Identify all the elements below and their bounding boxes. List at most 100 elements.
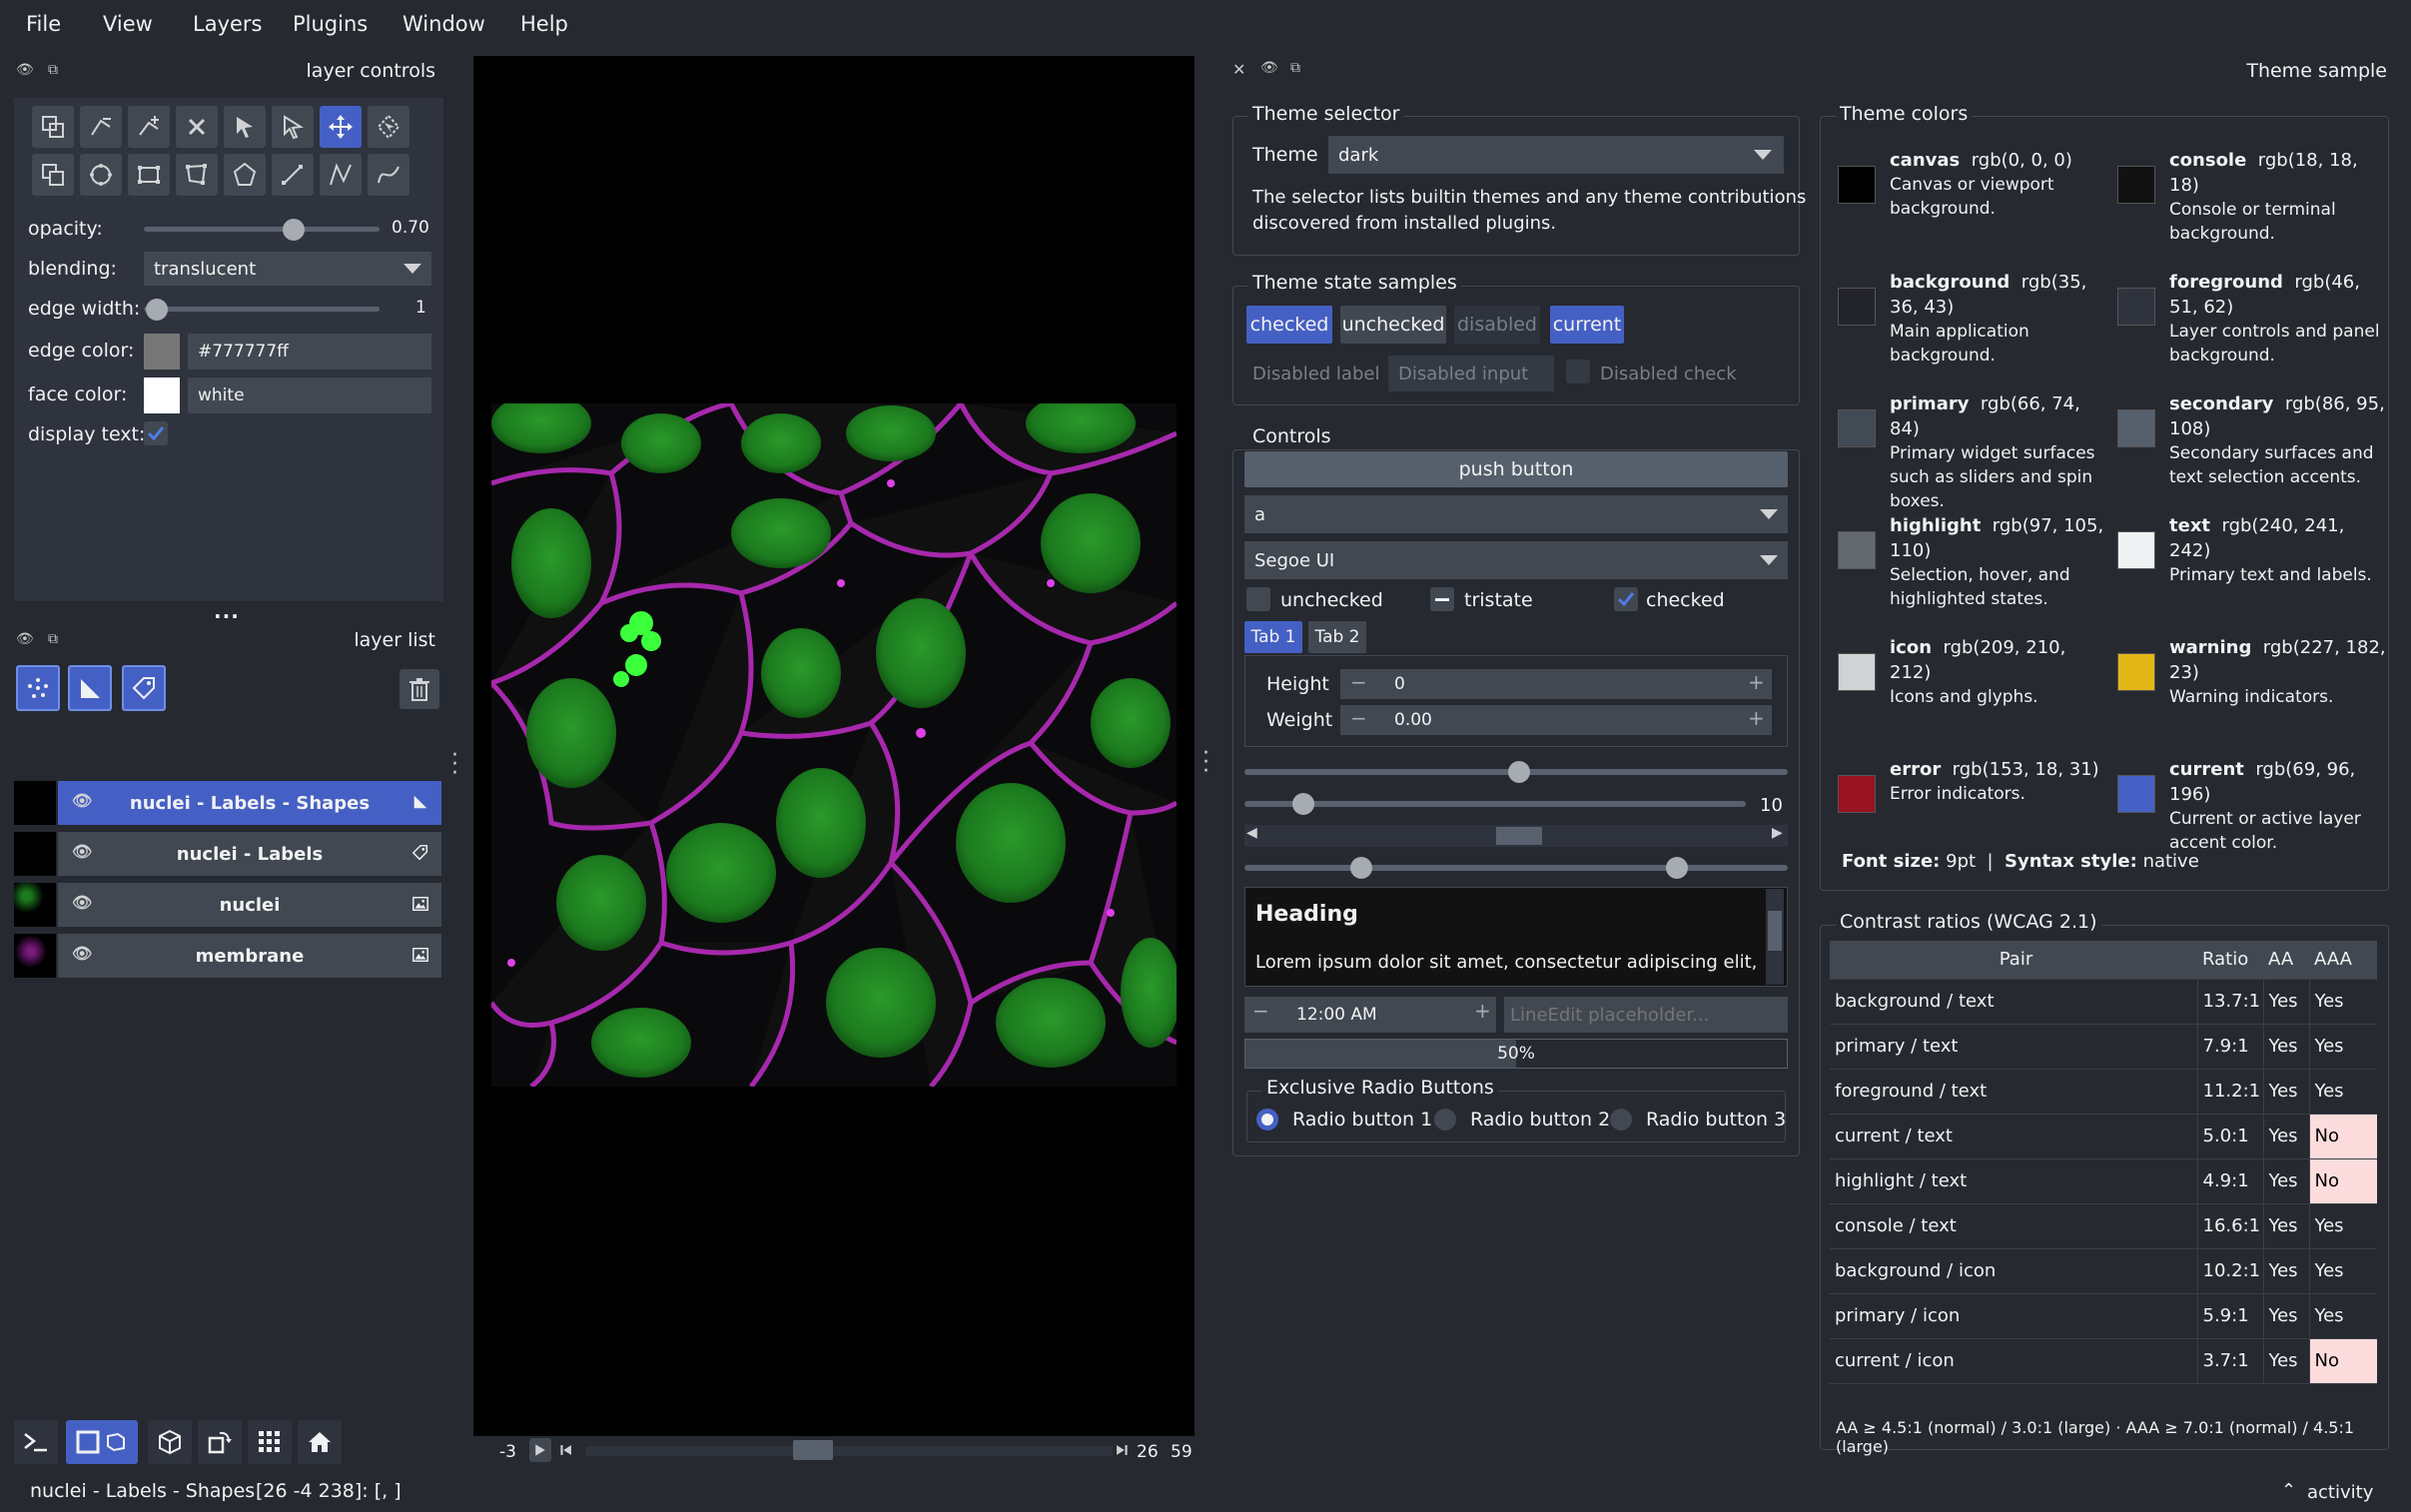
horizontal-slider-2[interactable] <box>1244 801 1746 807</box>
eye-toggle-icon[interactable]: 👁 <box>16 631 34 647</box>
menu-file[interactable]: File <box>26 12 61 36</box>
menu-help[interactable]: Help <box>520 12 568 36</box>
transform-icon[interactable] <box>368 106 409 148</box>
edge-width-slider[interactable] <box>144 307 380 312</box>
checked-button[interactable]: checked <box>1246 306 1332 344</box>
menu-view[interactable]: View <box>103 12 153 36</box>
vertical-scrollbar[interactable] <box>1766 889 1784 985</box>
header-pair[interactable]: Pair <box>1830 941 2197 980</box>
layer-row[interactable]: 👁 membrane <box>14 934 441 978</box>
table-row[interactable]: primary / icon 5.9:1 Yes Yes <box>1830 1293 2377 1339</box>
eye-icon[interactable]: 👁 <box>72 893 92 912</box>
eye-toggle-icon[interactable]: 👁 <box>1260 60 1278 76</box>
unchecked-checkbox[interactable] <box>1246 587 1270 611</box>
copy-shapes-icon[interactable] <box>32 154 74 196</box>
vertical-scrollbar-handle[interactable] <box>1768 911 1782 951</box>
tab-1[interactable]: Tab 1 <box>1244 621 1302 653</box>
display-text-checkbox[interactable] <box>144 421 168 445</box>
font-combobox[interactable]: Segoe UI <box>1244 541 1788 579</box>
text-browser[interactable]: Heading Lorem ipsum dolor sit amet, cons… <box>1244 887 1788 987</box>
delete-shape-icon[interactable] <box>176 106 218 148</box>
home-icon[interactable] <box>298 1420 342 1464</box>
table-row[interactable]: highlight / text 4.9:1 Yes No <box>1830 1158 2377 1204</box>
polyline-icon[interactable] <box>368 154 409 196</box>
select-all-icon[interactable] <box>32 106 74 148</box>
dims-slider[interactable] <box>585 1446 1125 1456</box>
scrollbar-handle[interactable] <box>1496 827 1542 845</box>
plus-icon[interactable]: + <box>1748 706 1765 730</box>
slider-1-handle[interactable] <box>1508 761 1530 783</box>
layer-item[interactable]: 👁 nuclei - Labels <box>58 832 441 876</box>
plus-icon[interactable]: + <box>1474 999 1491 1023</box>
table-row[interactable]: background / icon 10.2:1 Yes Yes <box>1830 1248 2377 1294</box>
checked-checkbox[interactable] <box>1614 587 1638 611</box>
scroll-right-icon[interactable]: ▶ <box>1772 825 1783 841</box>
push-button[interactable]: push button <box>1244 451 1788 487</box>
pan-zoom-icon[interactable] <box>320 106 362 148</box>
range-slider-low-handle[interactable] <box>1350 857 1372 879</box>
current-button[interactable]: current <box>1550 306 1624 344</box>
table-row[interactable]: foreground / text 11.2:1 Yes Yes <box>1830 1069 2377 1115</box>
theme-combobox[interactable]: dark <box>1328 136 1784 174</box>
face-color-swatch[interactable] <box>144 378 180 413</box>
tristate-checkbox[interactable] <box>1430 587 1454 611</box>
close-icon[interactable]: ✕ <box>1232 60 1245 79</box>
rectangle-icon[interactable] <box>128 154 170 196</box>
table-row[interactable]: primary / text 7.9:1 Yes Yes <box>1830 1024 2377 1070</box>
range-slider[interactable] <box>1244 865 1788 871</box>
contrast-table-container[interactable]: Pair Ratio AA AAA background / text 13.7:… <box>1830 941 2377 1406</box>
header-ratio[interactable]: Ratio <box>2197 941 2263 980</box>
opacity-slider-handle[interactable] <box>282 219 305 241</box>
dock-splitter-handle[interactable]: · · · <box>1203 743 1210 783</box>
combo-box[interactable]: a <box>1244 495 1788 533</box>
menu-plugins[interactable]: Plugins <box>293 12 368 36</box>
delete-layer-icon[interactable] <box>400 669 439 709</box>
face-color-input[interactable]: white <box>188 378 431 413</box>
chevron-up-icon[interactable]: ⌃ <box>2281 1480 2296 1501</box>
step-back-icon[interactable] <box>557 1438 575 1462</box>
eye-icon[interactable]: 👁 <box>72 791 92 810</box>
line-icon[interactable] <box>272 154 314 196</box>
height-spinbox[interactable]: 0 <box>1340 669 1772 699</box>
minus-icon[interactable]: − <box>1350 670 1367 694</box>
radio-button-1[interactable] <box>1256 1109 1278 1131</box>
activity-button[interactable]: activity <box>2307 1482 2373 1503</box>
lasso-icon[interactable] <box>224 154 266 196</box>
unchecked-button[interactable]: unchecked <box>1340 306 1446 344</box>
console-icon[interactable] <box>14 1420 58 1464</box>
new-labels-layer-icon[interactable] <box>122 665 166 711</box>
direct-select-icon[interactable] <box>272 106 314 148</box>
time-edit[interactable]: 12:00 AM <box>1244 997 1496 1033</box>
table-row[interactable]: current / text 5.0:1 Yes No <box>1830 1114 2377 1159</box>
dims-slider-handle[interactable] <box>793 1440 833 1460</box>
minus-icon[interactable]: − <box>1350 706 1367 730</box>
scroll-left-icon[interactable]: ◀ <box>1246 825 1257 841</box>
viewer-canvas[interactable]: -3 26 59 <box>473 56 1195 1462</box>
blending-combobox[interactable]: translucent <box>144 252 431 286</box>
float-icon[interactable]: ⧉ <box>48 62 58 78</box>
header-aa[interactable]: AA <box>2263 941 2309 980</box>
play-icon[interactable] <box>529 1438 551 1462</box>
eye-toggle-icon[interactable]: 👁 <box>16 62 34 78</box>
new-shapes-layer-icon[interactable] <box>68 665 112 711</box>
layer-row[interactable]: 👁 nuclei <box>14 883 441 927</box>
header-aaa[interactable]: AAA <box>2309 941 2377 980</box>
step-forward-icon[interactable] <box>1113 1438 1131 1462</box>
range-slider-high-handle[interactable] <box>1666 857 1688 879</box>
rotate-icon[interactable] <box>198 1420 242 1464</box>
edge-color-swatch[interactable] <box>144 334 180 370</box>
radio-button-2[interactable] <box>1434 1109 1456 1131</box>
layer-row[interactable]: 👁 nuclei - Labels - Shapes <box>14 781 441 825</box>
remove-vertex-icon[interactable] <box>80 106 122 148</box>
menu-layers[interactable]: Layers <box>193 12 263 36</box>
add-vertex-icon[interactable] <box>128 106 170 148</box>
edge-color-input[interactable]: #777777ff <box>188 334 431 370</box>
grid-icon[interactable] <box>248 1420 292 1464</box>
layer-row[interactable]: 👁 nuclei - Labels <box>14 832 441 876</box>
radio-button-3[interactable] <box>1610 1109 1632 1131</box>
layer-item[interactable]: 👁 membrane <box>58 934 441 978</box>
ndisplay-toggle-icon[interactable] <box>66 1420 138 1464</box>
line-edit[interactable] <box>1504 997 1788 1033</box>
eye-icon[interactable]: 👁 <box>72 944 92 963</box>
ellipse-icon[interactable] <box>80 154 122 196</box>
